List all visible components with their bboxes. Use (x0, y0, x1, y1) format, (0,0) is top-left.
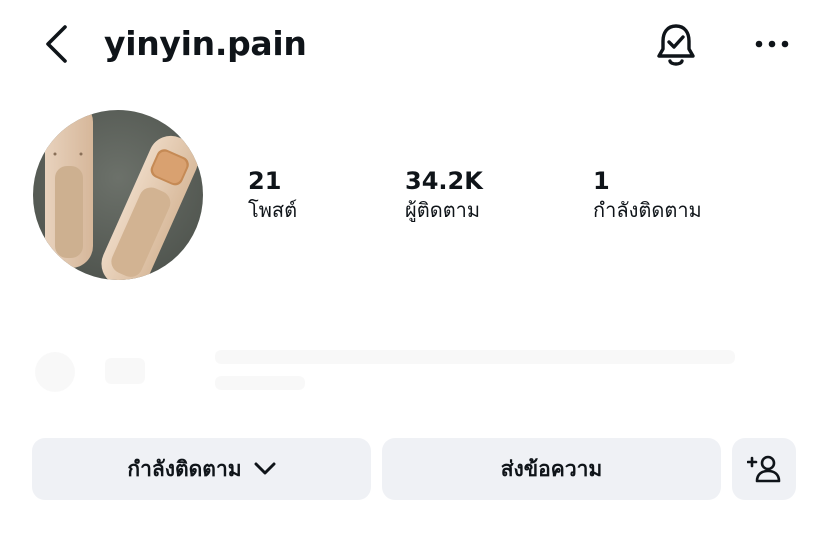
profile-username: yinyin.pain (104, 24, 307, 63)
profile-header: yinyin.pain (0, 0, 828, 90)
chevron-left-icon (46, 25, 67, 63)
following-dropdown-button[interactable]: กำลังติดตาม (32, 438, 371, 500)
posts-count: 21 (248, 167, 282, 195)
chevron-down-icon (254, 462, 276, 476)
following-count: 1 (593, 167, 610, 195)
add-person-icon (747, 455, 781, 483)
posts-label: โพสต์ (248, 198, 298, 222)
message-button-label: ส่งข้อความ (500, 456, 603, 481)
following-stat[interactable]: 1 กำลังติดตาม (593, 166, 702, 224)
more-horizontal-icon (755, 40, 789, 48)
bio-placeholder (30, 340, 790, 410)
posts-stat: 21 โพสต์ (248, 166, 297, 224)
followers-stat[interactable]: 34.2K ผู้ติดตาม (405, 166, 483, 224)
more-options-button[interactable] (748, 24, 796, 64)
following-button-label: กำลังติดตาม (127, 456, 242, 481)
add-person-button[interactable] (732, 438, 796, 500)
bell-check-icon (657, 24, 695, 66)
back-button[interactable] (36, 22, 76, 66)
profile-avatar[interactable] (33, 110, 203, 280)
message-button[interactable]: ส่งข้อความ (382, 438, 721, 500)
bio-placeholder-shapes (35, 350, 735, 392)
followers-count: 34.2K (405, 167, 483, 195)
followers-label: ผู้ติดตาม (405, 198, 481, 222)
notifications-button[interactable] (652, 20, 700, 70)
avatar-image (33, 110, 203, 280)
following-label: กำลังติดตาม (593, 198, 702, 222)
